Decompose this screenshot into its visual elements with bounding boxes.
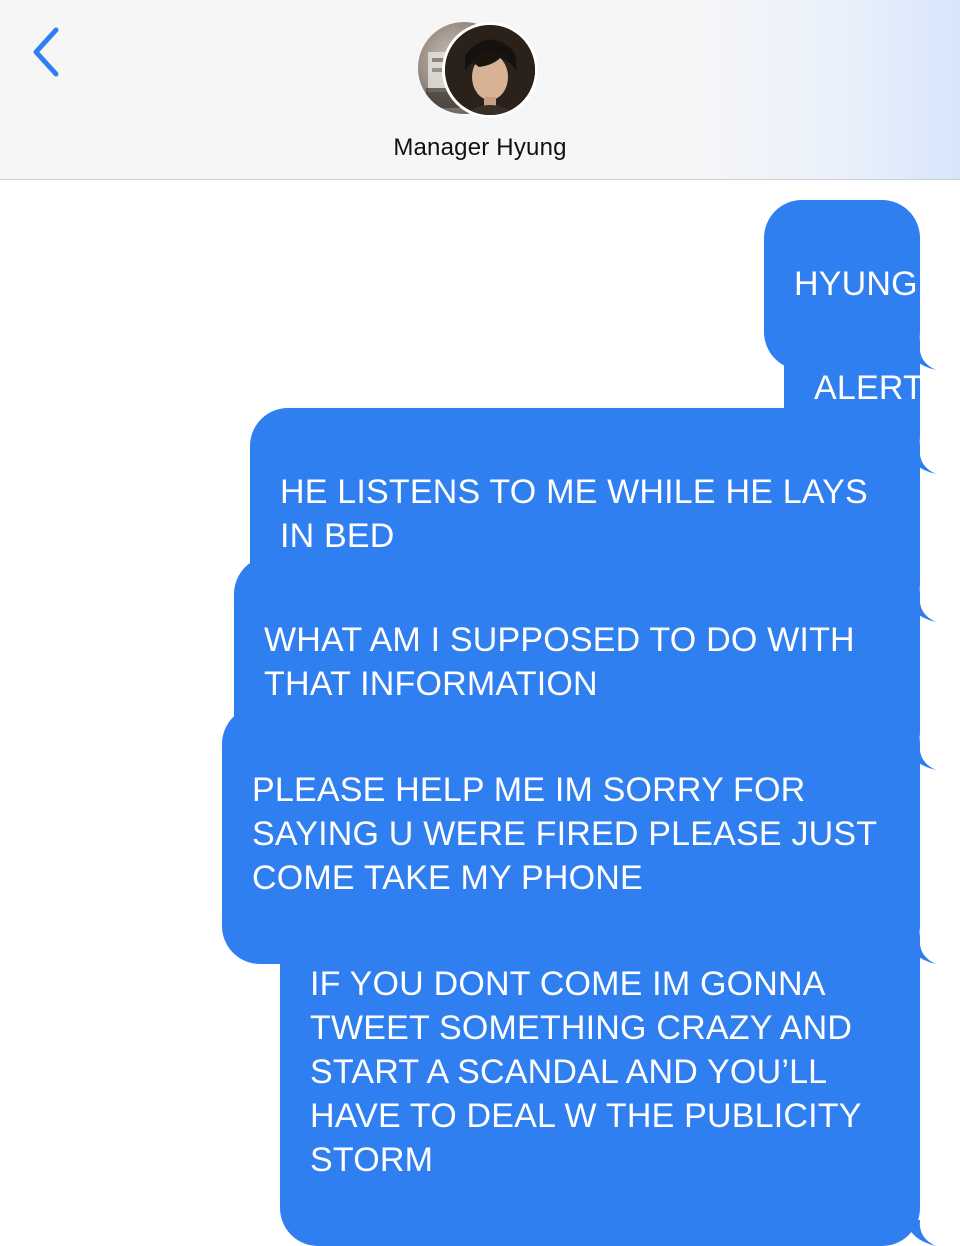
message-thread: HYUNG ALERT HE LISTENS TO ME WHILE HE LA… [0, 180, 960, 1246]
chevron-left-icon [33, 27, 59, 77]
message-text: WHAT AM I SUPPOSED TO DO WITH THAT INFOR… [264, 621, 855, 703]
contact-name[interactable]: Manager Hyung [0, 134, 960, 162]
bubble-tail [906, 1220, 936, 1246]
message-text: PLEASE HELP ME IM SORRY FOR SAYING U WER… [252, 771, 877, 897]
contact-avatar[interactable] [418, 22, 542, 118]
message-bubble[interactable]: IF YOU DONT COME IM GONNA TWEET SOMETHIN… [280, 900, 936, 1246]
message-text: HE LISTENS TO ME WHILE HE LAYS IN BED [280, 473, 868, 555]
message-text: ALERT [814, 369, 924, 407]
message-text: IF YOU DONT COME IM GONNA TWEET SOMETHIN… [310, 965, 862, 1179]
back-button[interactable] [26, 22, 74, 82]
avatar-primary [442, 22, 538, 118]
conversation-header: Manager Hyung [0, 0, 960, 180]
message-text: HYUNG [794, 265, 918, 303]
